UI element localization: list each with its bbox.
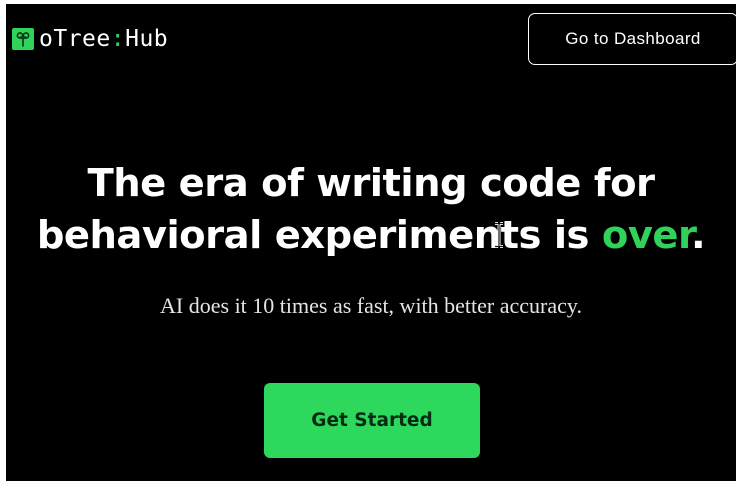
brand-logo[interactable]: oTree:Hub <box>12 25 168 53</box>
brand-name-part1: oTree <box>39 26 111 52</box>
get-started-button[interactable]: Get Started <box>264 383 480 458</box>
brand-separator: : <box>110 26 126 52</box>
headline-period: . <box>691 213 706 258</box>
headline-line1: The era of writing code for <box>87 161 655 206</box>
go-to-dashboard-button[interactable]: Go to Dashboard <box>528 13 736 65</box>
sprout-icon <box>12 28 34 50</box>
site-header: oTree:Hub Go to Dashboard <box>6 4 736 74</box>
brand-name: oTree:Hub <box>39 25 168 53</box>
headline-line2: behavioral experiments is <box>36 213 602 258</box>
text-cursor-icon <box>495 222 503 248</box>
headline-accent-word: over <box>601 213 692 258</box>
hero-headline: The era of writing code for behavioral ex… <box>6 158 736 262</box>
landing-page: oTree:Hub Go to Dashboard The era of wri… <box>6 4 736 481</box>
hero-subtitle: AI does it 10 times as fast, with better… <box>160 293 582 318</box>
brand-name-part2: Hub <box>125 26 169 52</box>
